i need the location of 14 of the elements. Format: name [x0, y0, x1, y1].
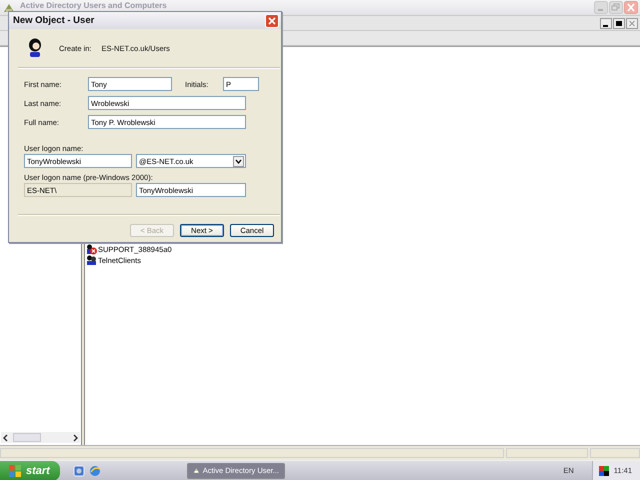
desktop-icon[interactable] [73, 464, 85, 476]
tray-icon[interactable] [598, 466, 609, 476]
restore-button[interactable] [613, 18, 625, 28]
scroll-thumb[interactable] [13, 433, 41, 442]
minimize-button[interactable] [600, 18, 612, 28]
windows-flag-icon [8, 464, 22, 478]
user-icon [27, 38, 43, 58]
window-title: Active Directory Users and Computers [20, 0, 168, 10]
group-icon [86, 255, 97, 266]
horizontal-scrollbar[interactable] [1, 432, 80, 443]
browser-icon[interactable] [89, 464, 101, 476]
dialog-title: New Object - User [13, 15, 94, 26]
status-bar-panel [590, 448, 640, 458]
app-icon [3, 2, 15, 14]
